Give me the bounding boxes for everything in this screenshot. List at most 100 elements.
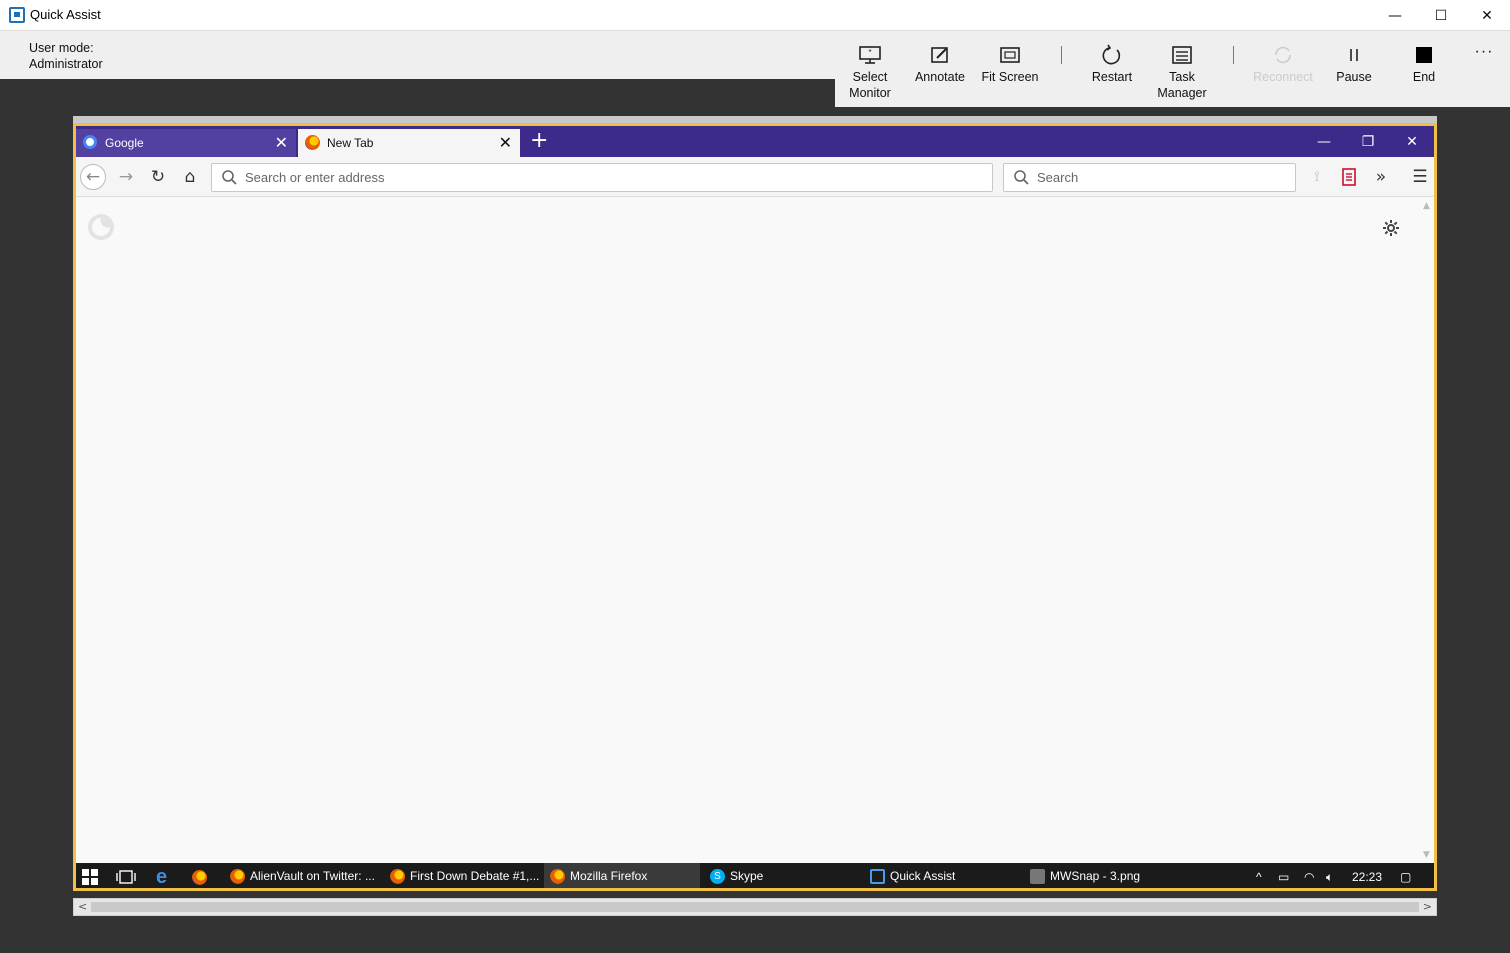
select-monitor-label: Select Monitor [849,70,891,100]
close-tab-icon[interactable]: ✕ [499,133,512,153]
remote-screen[interactable]: Google ✕ New Tab ✕ + — ❐ ✕ ← → ↻ ⌂ Searc… [73,123,1437,891]
taskbar-item-label: AlienVault on Twitter: ... [250,869,375,883]
scroll-up-arrow-icon[interactable]: ▲ [1423,201,1430,211]
window-title: Quick Assist [30,7,101,22]
google-icon [83,135,97,149]
taskbar-item-label: Mozilla Firefox [570,869,648,883]
windows-logo-icon [82,869,98,885]
taskbar-item-label: First Down Debate #1,... [410,869,540,883]
edge-icon[interactable]: e [156,863,178,888]
taskbar-item-mozilla-firefox[interactable]: Mozilla Firefox [544,863,700,888]
restart-button[interactable]: Restart [1087,44,1137,85]
volume-icon[interactable]: 🔈︎ [1326,870,1333,885]
firefox-icon [390,868,405,884]
scroll-right-arrow-icon[interactable]: > [1423,900,1432,913]
task-manager-label: Task Manager [1157,70,1207,100]
pause-icon [1350,49,1358,61]
task-view-button[interactable] [116,863,138,888]
tab-new-tab[interactable]: New Tab ✕ [298,129,520,157]
user-mode-value: Administrator [29,57,103,71]
remote-taskbar: e AlienVault on Twitter: ... First Down … [76,863,1434,888]
content-scrollbar[interactable]: ▲ ▼ [1421,198,1434,863]
firefox-logo-icon [88,214,114,240]
user-mode: User mode: Administrator [29,40,103,72]
mwsnap-icon [1030,868,1045,884]
tab-label: New Tab [327,136,374,150]
back-arrow-icon[interactable]: ← [80,164,106,190]
taskbar-item-first-down-debate[interactable]: First Down Debate #1,... [384,863,540,888]
pause-label: Pause [1336,70,1372,84]
document-icon [1342,168,1356,186]
fit-screen-button[interactable]: Fit Screen [978,44,1042,85]
search-bar[interactable]: Search [1003,163,1296,192]
reconnect-label: Reconnect [1253,70,1313,84]
taskbar-item-mwsnap[interactable]: MWSnap - 3.png [1024,863,1180,888]
taskbar-item-quick-assist[interactable]: Quick Assist [864,863,1020,888]
fit-screen-icon [1000,47,1020,63]
firefox-icon [550,868,565,884]
firefox-tab-strip: Google ✕ New Tab ✕ + — ❐ ✕ [76,126,1434,157]
reload-icon[interactable]: ↻ [146,165,170,189]
search-icon [1014,170,1029,185]
scrollbar-thumb[interactable] [91,902,1419,912]
skype-icon: S [710,868,725,884]
hamburger-menu-icon[interactable]: ☰ [1408,165,1432,189]
minimize-button[interactable]: — [1372,0,1418,31]
restart-label: Restart [1091,70,1133,84]
firefox-minimize-button[interactable]: — [1302,126,1346,157]
address-bar[interactable]: Search or enter address [211,163,993,192]
annotate-button[interactable]: Annotate [910,44,970,85]
clock[interactable]: 22:23 [1352,870,1382,884]
stop-icon [1416,47,1432,63]
firefox-restore-button[interactable]: ❐ [1346,126,1390,157]
new-tab-plus-icon[interactable]: + [530,128,548,153]
remote-horizontal-scrollbar[interactable]: < > [73,898,1437,916]
toolbar-separator [1233,46,1234,64]
annotate-label: Annotate [914,70,966,84]
firefox-icon [192,869,207,885]
reader-view-icon[interactable] [1337,165,1361,189]
quick-assist-icon [9,7,25,23]
gear-icon[interactable] [1382,219,1400,237]
overflow-chevron-icon[interactable]: » [1369,165,1393,189]
action-center-icon[interactable]: ▢ [1400,870,1411,884]
close-tab-icon[interactable]: ✕ [275,133,288,153]
firefox-pinned-button[interactable] [192,863,214,888]
tab-google[interactable]: Google ✕ [76,129,296,157]
user-mode-label: User mode: [29,41,94,55]
quick-assist-icon [870,868,885,884]
end-label: End [1412,70,1436,84]
battery-icon[interactable]: ▭ [1278,870,1289,884]
reconnect-button: Reconnect [1250,44,1316,85]
scroll-left-arrow-icon[interactable]: < [78,900,87,913]
wifi-icon[interactable]: ◠ [1304,870,1314,884]
taskbar-item-skype[interactable]: S Skype [704,863,860,888]
firefox-icon [230,868,245,884]
task-manager-button[interactable]: Task Manager [1152,44,1212,101]
select-monitor-button[interactable]: * Select Monitor [842,44,898,101]
search-placeholder: Search [1037,170,1079,185]
rss-icon[interactable]: ⟟ [1305,165,1329,189]
scroll-down-arrow-icon[interactable]: ▼ [1423,850,1430,860]
close-button[interactable]: ✕ [1464,0,1510,31]
home-icon[interactable]: ⌂ [178,165,202,189]
taskbar-item-alienvault[interactable]: AlienVault on Twitter: ... [224,863,380,888]
tab-label: Google [105,136,144,150]
show-hidden-icons-chevron-icon[interactable]: ^ [1256,870,1262,884]
firefox-close-button[interactable]: ✕ [1390,126,1434,157]
start-button[interactable] [82,863,104,888]
address-placeholder: Search or enter address [245,170,385,185]
task-manager-icon [1172,46,1192,64]
more-options-button[interactable]: ··· [1468,44,1500,60]
fit-screen-label: Fit Screen [981,70,1039,84]
title-bar: Quick Assist — ☐ ✕ [0,0,1510,31]
pencil-icon [931,47,948,63]
pause-button[interactable]: Pause [1332,44,1376,85]
forward-arrow-icon[interactable]: → [114,165,138,189]
new-tab-page [76,198,1421,863]
svg-text:*: * [868,48,871,57]
maximize-button[interactable]: ☐ [1418,0,1464,31]
taskbar-item-label: MWSnap - 3.png [1050,869,1141,883]
end-button[interactable]: End [1404,44,1444,85]
taskbar-item-label: Skype [730,869,764,883]
